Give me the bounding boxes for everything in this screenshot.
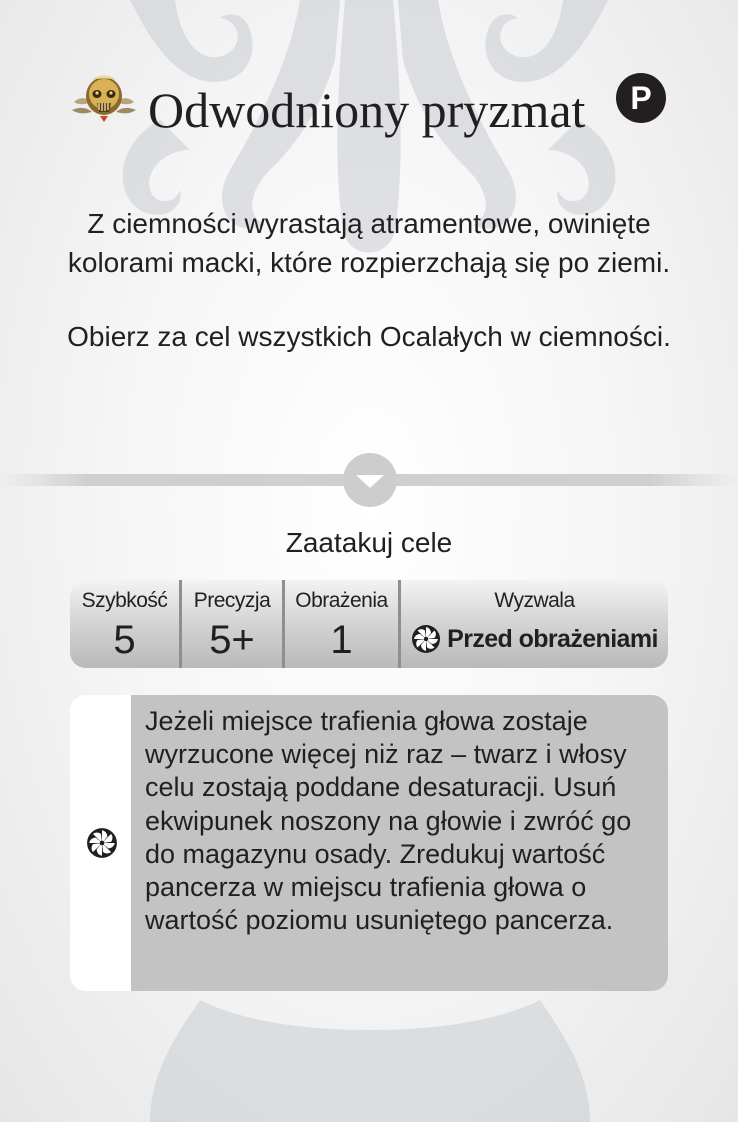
effect-text: Jeżeli miejsce trafienia głowa zostaje w… [131, 695, 668, 991]
trigger-row: Przed obrażeniami [401, 622, 668, 656]
trigger-label: Wyzwala [494, 589, 575, 612]
trigger-stat: Wyzwala Przed obrażeniami [401, 580, 668, 668]
accuracy-stat: Precyzja 5+ [182, 580, 285, 668]
card-text: Z ciemności wyrastają atramentowe, owini… [40, 204, 698, 356]
flavor-text: Z ciemności wyrastają atramentowe, owini… [67, 208, 671, 278]
attack-stats-bar: Szybkość 5 Precyzja 5+ Obrażenia 1 Wyzwa… [70, 580, 668, 668]
card-title: Odwodniony pryzmat [148, 82, 586, 138]
speed-stat: Szybkość 5 [70, 580, 182, 668]
accuracy-value: 5+ [209, 618, 255, 662]
damage-stat: Obrażenia 1 [285, 580, 401, 668]
accuracy-label: Precyzja [193, 589, 271, 612]
damage-value: 1 [330, 618, 353, 662]
targeting-instruction: Obierz za cel wszystkich Ocalałych w cie… [67, 321, 671, 352]
effect-panel: Jeżeli miejsce trafienia głowa zostaje w… [70, 695, 668, 991]
damage-label: Obrażenia [295, 589, 388, 612]
section-divider [0, 453, 738, 507]
ornate-gold-skull-icon [72, 75, 136, 122]
effect-icon-column [70, 695, 131, 991]
trigger-value: Przed obrażeniami [447, 625, 658, 653]
speed-value: 5 [113, 618, 136, 662]
title-row: Odwodniony pryzmat P [70, 70, 670, 150]
p-badge: P [616, 73, 666, 123]
pinwheel-icon [412, 625, 441, 653]
speed-label: Szybkość [81, 589, 168, 612]
attack-action-label: Zaatakuj cele [285, 527, 453, 558]
pinwheel-icon [87, 828, 117, 858]
